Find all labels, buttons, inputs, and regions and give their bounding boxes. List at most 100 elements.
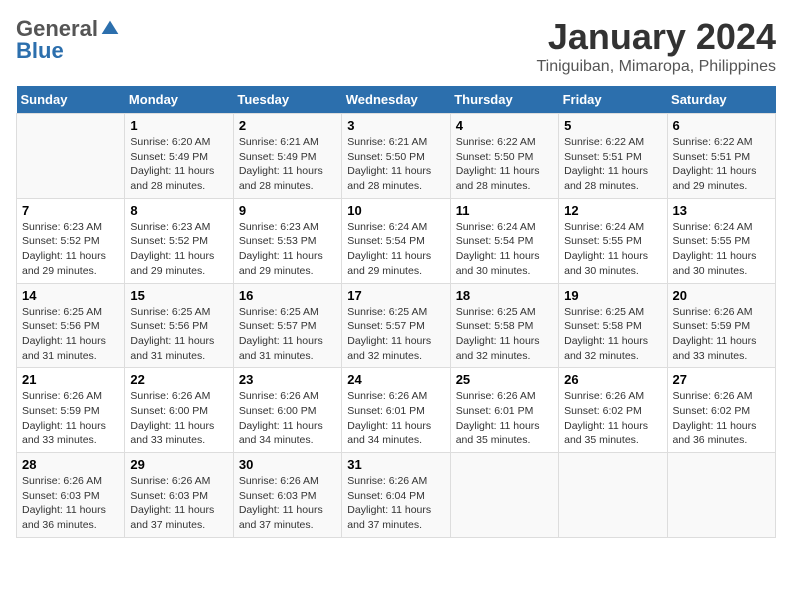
calendar-cell: 31 Sunrise: 6:26 AM Sunset: 6:04 PM Dayl… bbox=[342, 453, 450, 538]
calendar-cell: 24 Sunrise: 6:26 AM Sunset: 6:01 PM Dayl… bbox=[342, 368, 450, 453]
day-info: Sunrise: 6:26 AM Sunset: 6:00 PM Dayligh… bbox=[239, 389, 336, 448]
day-number: 15 bbox=[130, 288, 227, 303]
day-number: 24 bbox=[347, 372, 444, 387]
day-number: 21 bbox=[22, 372, 119, 387]
week-row-2: 7 Sunrise: 6:23 AM Sunset: 5:52 PM Dayli… bbox=[17, 198, 776, 283]
calendar-cell: 5 Sunrise: 6:22 AM Sunset: 5:51 PM Dayli… bbox=[559, 114, 667, 199]
calendar-cell: 16 Sunrise: 6:25 AM Sunset: 5:57 PM Dayl… bbox=[233, 283, 341, 368]
calendar-cell: 20 Sunrise: 6:26 AM Sunset: 5:59 PM Dayl… bbox=[667, 283, 775, 368]
calendar-cell: 18 Sunrise: 6:25 AM Sunset: 5:58 PM Dayl… bbox=[450, 283, 558, 368]
header-row: Sunday Monday Tuesday Wednesday Thursday… bbox=[17, 86, 776, 114]
week-row-5: 28 Sunrise: 6:26 AM Sunset: 6:03 PM Dayl… bbox=[17, 453, 776, 538]
week-row-4: 21 Sunrise: 6:26 AM Sunset: 5:59 PM Dayl… bbox=[17, 368, 776, 453]
day-info: Sunrise: 6:22 AM Sunset: 5:51 PM Dayligh… bbox=[673, 135, 770, 194]
day-number: 20 bbox=[673, 288, 770, 303]
day-info: Sunrise: 6:26 AM Sunset: 6:03 PM Dayligh… bbox=[130, 474, 227, 533]
day-number: 30 bbox=[239, 457, 336, 472]
week-row-3: 14 Sunrise: 6:25 AM Sunset: 5:56 PM Dayl… bbox=[17, 283, 776, 368]
day-number: 8 bbox=[130, 203, 227, 218]
col-tuesday: Tuesday bbox=[233, 86, 341, 114]
calendar-cell: 17 Sunrise: 6:25 AM Sunset: 5:57 PM Dayl… bbox=[342, 283, 450, 368]
subtitle: Tiniguiban, Mimaropa, Philippines bbox=[536, 58, 776, 76]
day-info: Sunrise: 6:26 AM Sunset: 6:03 PM Dayligh… bbox=[239, 474, 336, 533]
day-info: Sunrise: 6:26 AM Sunset: 6:00 PM Dayligh… bbox=[130, 389, 227, 448]
logo: General Blue bbox=[16, 16, 120, 64]
day-number: 17 bbox=[347, 288, 444, 303]
calendar-cell bbox=[559, 453, 667, 538]
day-info: Sunrise: 6:23 AM Sunset: 5:52 PM Dayligh… bbox=[130, 220, 227, 279]
main-title: January 2024 bbox=[536, 16, 776, 58]
day-info: Sunrise: 6:24 AM Sunset: 5:55 PM Dayligh… bbox=[564, 220, 661, 279]
day-number: 26 bbox=[564, 372, 661, 387]
day-info: Sunrise: 6:25 AM Sunset: 5:58 PM Dayligh… bbox=[564, 305, 661, 364]
day-number: 6 bbox=[673, 118, 770, 133]
day-number: 9 bbox=[239, 203, 336, 218]
calendar-cell: 11 Sunrise: 6:24 AM Sunset: 5:54 PM Dayl… bbox=[450, 198, 558, 283]
day-info: Sunrise: 6:21 AM Sunset: 5:49 PM Dayligh… bbox=[239, 135, 336, 194]
day-number: 28 bbox=[22, 457, 119, 472]
day-info: Sunrise: 6:22 AM Sunset: 5:51 PM Dayligh… bbox=[564, 135, 661, 194]
day-info: Sunrise: 6:25 AM Sunset: 5:57 PM Dayligh… bbox=[239, 305, 336, 364]
day-info: Sunrise: 6:25 AM Sunset: 5:56 PM Dayligh… bbox=[130, 305, 227, 364]
day-number: 29 bbox=[130, 457, 227, 472]
day-number: 23 bbox=[239, 372, 336, 387]
calendar-cell: 14 Sunrise: 6:25 AM Sunset: 5:56 PM Dayl… bbox=[17, 283, 125, 368]
day-number: 16 bbox=[239, 288, 336, 303]
calendar-cell: 8 Sunrise: 6:23 AM Sunset: 5:52 PM Dayli… bbox=[125, 198, 233, 283]
day-info: Sunrise: 6:24 AM Sunset: 5:54 PM Dayligh… bbox=[456, 220, 553, 279]
calendar-cell: 22 Sunrise: 6:26 AM Sunset: 6:00 PM Dayl… bbox=[125, 368, 233, 453]
col-thursday: Thursday bbox=[450, 86, 558, 114]
col-sunday: Sunday bbox=[17, 86, 125, 114]
col-friday: Friday bbox=[559, 86, 667, 114]
title-area: January 2024 Tiniguiban, Mimaropa, Phili… bbox=[536, 16, 776, 76]
day-info: Sunrise: 6:26 AM Sunset: 5:59 PM Dayligh… bbox=[22, 389, 119, 448]
day-number: 18 bbox=[456, 288, 553, 303]
day-number: 12 bbox=[564, 203, 661, 218]
day-number: 1 bbox=[130, 118, 227, 133]
calendar-cell: 27 Sunrise: 6:26 AM Sunset: 6:02 PM Dayl… bbox=[667, 368, 775, 453]
calendar-cell: 25 Sunrise: 6:26 AM Sunset: 6:01 PM Dayl… bbox=[450, 368, 558, 453]
day-number: 11 bbox=[456, 203, 553, 218]
day-number: 19 bbox=[564, 288, 661, 303]
calendar-cell: 12 Sunrise: 6:24 AM Sunset: 5:55 PM Dayl… bbox=[559, 198, 667, 283]
calendar-table: Sunday Monday Tuesday Wednesday Thursday… bbox=[16, 86, 776, 538]
day-number: 5 bbox=[564, 118, 661, 133]
calendar-cell: 10 Sunrise: 6:24 AM Sunset: 5:54 PM Dayl… bbox=[342, 198, 450, 283]
calendar-cell: 28 Sunrise: 6:26 AM Sunset: 6:03 PM Dayl… bbox=[17, 453, 125, 538]
calendar-cell bbox=[450, 453, 558, 538]
day-info: Sunrise: 6:24 AM Sunset: 5:54 PM Dayligh… bbox=[347, 220, 444, 279]
calendar-cell bbox=[667, 453, 775, 538]
day-number: 25 bbox=[456, 372, 553, 387]
day-info: Sunrise: 6:23 AM Sunset: 5:52 PM Dayligh… bbox=[22, 220, 119, 279]
calendar-cell: 6 Sunrise: 6:22 AM Sunset: 5:51 PM Dayli… bbox=[667, 114, 775, 199]
col-monday: Monday bbox=[125, 86, 233, 114]
day-info: Sunrise: 6:24 AM Sunset: 5:55 PM Dayligh… bbox=[673, 220, 770, 279]
logo-blue: Blue bbox=[16, 38, 64, 63]
day-number: 4 bbox=[456, 118, 553, 133]
calendar-cell: 9 Sunrise: 6:23 AM Sunset: 5:53 PM Dayli… bbox=[233, 198, 341, 283]
logo-icon bbox=[100, 19, 120, 39]
day-number: 14 bbox=[22, 288, 119, 303]
day-number: 27 bbox=[673, 372, 770, 387]
col-wednesday: Wednesday bbox=[342, 86, 450, 114]
day-info: Sunrise: 6:26 AM Sunset: 5:59 PM Dayligh… bbox=[673, 305, 770, 364]
calendar-cell: 1 Sunrise: 6:20 AM Sunset: 5:49 PM Dayli… bbox=[125, 114, 233, 199]
day-info: Sunrise: 6:26 AM Sunset: 6:01 PM Dayligh… bbox=[456, 389, 553, 448]
calendar-cell: 19 Sunrise: 6:25 AM Sunset: 5:58 PM Dayl… bbox=[559, 283, 667, 368]
day-info: Sunrise: 6:26 AM Sunset: 6:02 PM Dayligh… bbox=[564, 389, 661, 448]
day-number: 13 bbox=[673, 203, 770, 218]
calendar-cell: 4 Sunrise: 6:22 AM Sunset: 5:50 PM Dayli… bbox=[450, 114, 558, 199]
calendar-cell: 26 Sunrise: 6:26 AM Sunset: 6:02 PM Dayl… bbox=[559, 368, 667, 453]
col-saturday: Saturday bbox=[667, 86, 775, 114]
day-number: 31 bbox=[347, 457, 444, 472]
calendar-cell: 7 Sunrise: 6:23 AM Sunset: 5:52 PM Dayli… bbox=[17, 198, 125, 283]
day-info: Sunrise: 6:20 AM Sunset: 5:49 PM Dayligh… bbox=[130, 135, 227, 194]
calendar-cell: 13 Sunrise: 6:24 AM Sunset: 5:55 PM Dayl… bbox=[667, 198, 775, 283]
calendar-cell: 21 Sunrise: 6:26 AM Sunset: 5:59 PM Dayl… bbox=[17, 368, 125, 453]
day-number: 3 bbox=[347, 118, 444, 133]
calendar-cell bbox=[17, 114, 125, 199]
day-number: 10 bbox=[347, 203, 444, 218]
day-number: 7 bbox=[22, 203, 119, 218]
day-info: Sunrise: 6:23 AM Sunset: 5:53 PM Dayligh… bbox=[239, 220, 336, 279]
calendar-cell: 15 Sunrise: 6:25 AM Sunset: 5:56 PM Dayl… bbox=[125, 283, 233, 368]
